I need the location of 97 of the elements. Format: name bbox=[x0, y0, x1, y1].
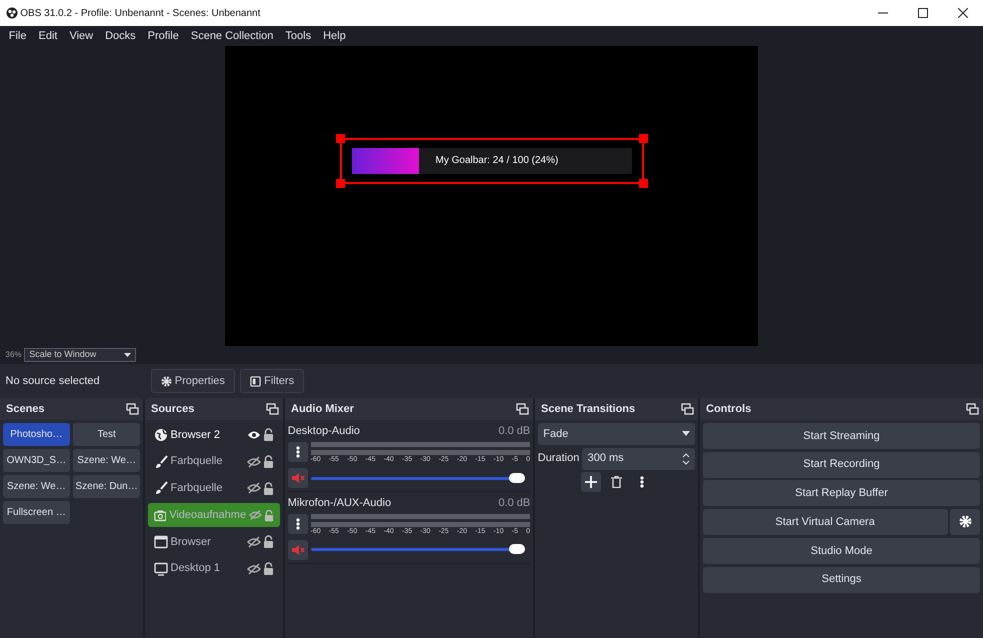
app-logo-icon bbox=[6, 7, 18, 19]
control-button[interactable]: Start Virtual Camera bbox=[702, 509, 948, 535]
menu-item[interactable]: Docks bbox=[99, 26, 142, 46]
scene-button[interactable]: Szene: We… bbox=[73, 448, 140, 472]
plus-icon bbox=[585, 476, 597, 488]
control-button[interactable]: Start Recording bbox=[702, 452, 980, 478]
filters-button[interactable]: Filters bbox=[240, 368, 304, 394]
slider-thumb[interactable] bbox=[508, 544, 525, 554]
eye-slashed-icon[interactable] bbox=[246, 536, 260, 548]
unlocked-icon[interactable] bbox=[263, 482, 274, 495]
unlocked-icon[interactable] bbox=[263, 562, 274, 575]
brush-icon bbox=[154, 454, 168, 468]
channel-menu-button[interactable] bbox=[288, 514, 308, 534]
duration-label: Duration bbox=[538, 451, 580, 466]
unlocked-icon[interactable] bbox=[263, 428, 274, 442]
more-icon bbox=[296, 446, 300, 458]
spinner-arrows-icon bbox=[682, 452, 690, 464]
properties-button[interactable]: Properties bbox=[151, 368, 235, 394]
source-row[interactable]: Browser bbox=[148, 530, 280, 554]
source-row[interactable]: Farbquelle bbox=[148, 450, 280, 474]
channel-name: Desktop-Audio bbox=[288, 424, 360, 439]
dock-title: Scenes bbox=[6, 402, 45, 417]
float-dock-icon[interactable] bbox=[516, 403, 529, 415]
duration-field[interactable]: 300 ms bbox=[582, 448, 696, 470]
float-dock-icon[interactable] bbox=[266, 403, 279, 415]
source-name: Farbquelle bbox=[170, 481, 224, 496]
control-button[interactable]: Start Streaming bbox=[702, 422, 980, 449]
scale-dropdown[interactable]: Scale to Window bbox=[24, 348, 136, 362]
eye-slashed-icon[interactable] bbox=[246, 482, 260, 494]
more-icon bbox=[296, 518, 300, 530]
scene-button[interactable]: OWN3D_S… bbox=[2, 448, 70, 472]
volume-reading: 0.0 dB bbox=[498, 496, 530, 510]
source-name: Browser bbox=[170, 534, 212, 550]
status-text: No source selected bbox=[6, 374, 101, 389]
source-name: Browser 2 bbox=[170, 428, 222, 442]
zoom-level: 36% bbox=[6, 349, 22, 361]
selection-box[interactable] bbox=[336, 134, 648, 188]
control-button[interactable]: Start Replay Buffer bbox=[702, 480, 980, 506]
transition-dropdown[interactable]: Fade bbox=[538, 422, 696, 445]
control-button[interactable]: Studio Mode bbox=[702, 538, 980, 564]
menu-item[interactable]: Scene Collection bbox=[184, 26, 280, 46]
brush-icon bbox=[154, 481, 168, 496]
muted-button[interactable] bbox=[288, 468, 308, 488]
window-title: OBS 31.0.2 - Profile: Unbenannt - Scenes: Unbenannt bbox=[20, 6, 260, 20]
control-button[interactable]: Settings bbox=[702, 566, 980, 592]
dock-title: Controls bbox=[706, 402, 752, 417]
monitor-icon bbox=[154, 562, 168, 576]
goal-bar-label: My Goalbar: 24 / 100 (24%) bbox=[436, 154, 558, 168]
scene-button[interactable]: Szene: Dun… bbox=[73, 474, 140, 498]
source-name: Videoaufnahme bbox=[169, 508, 246, 523]
caret-icon bbox=[124, 353, 132, 357]
source-row[interactable]: Desktop 1 bbox=[148, 556, 280, 580]
close-icon bbox=[958, 8, 968, 18]
muted-speaker-icon bbox=[290, 472, 305, 484]
menu-item[interactable]: Tools bbox=[279, 26, 318, 46]
float-dock-icon[interactable] bbox=[681, 403, 694, 415]
camera-icon bbox=[154, 508, 166, 522]
caret-icon bbox=[682, 431, 690, 436]
scene-button[interactable]: Photosho… bbox=[2, 422, 70, 446]
scene-button[interactable]: Test bbox=[73, 422, 140, 446]
dock-title: Scene Transitions bbox=[541, 402, 636, 417]
menu-item[interactable]: View bbox=[63, 26, 100, 46]
muted-speaker-icon bbox=[290, 544, 305, 556]
trash-icon bbox=[611, 476, 622, 488]
unlocked-icon[interactable] bbox=[263, 535, 274, 548]
source-row[interactable]: Farbquelle bbox=[148, 476, 280, 500]
globe-icon bbox=[154, 428, 168, 442]
gear-icon bbox=[958, 515, 972, 528]
float-dock-icon[interactable] bbox=[966, 403, 979, 415]
virtual-camera-settings-button[interactable] bbox=[950, 509, 980, 535]
channel-name: Mikrofon-/AUX-Audio bbox=[288, 496, 392, 510]
window-icon bbox=[154, 534, 168, 549]
maximize-icon bbox=[918, 8, 928, 18]
gear-icon bbox=[161, 376, 172, 386]
source-name: Desktop 1 bbox=[170, 561, 222, 576]
add-button[interactable] bbox=[581, 472, 601, 492]
menu-item[interactable]: Profile bbox=[142, 26, 185, 46]
dock-title: Audio Mixer bbox=[291, 402, 354, 417]
eye-slashed-icon[interactable] bbox=[246, 562, 260, 574]
dock-title: Sources bbox=[151, 402, 194, 417]
filter-icon bbox=[250, 376, 262, 386]
eye-slashed-icon[interactable] bbox=[246, 456, 260, 468]
source-row[interactable]: Browser 2 bbox=[148, 422, 280, 447]
more-icon bbox=[640, 476, 644, 488]
scene-button[interactable]: Szene: We… bbox=[2, 474, 70, 498]
eye-icon[interactable] bbox=[246, 430, 260, 440]
scene-button[interactable]: Fullscreen … bbox=[2, 500, 70, 524]
muted-button[interactable] bbox=[288, 540, 308, 560]
float-dock-icon[interactable] bbox=[126, 403, 139, 415]
source-name: Farbquelle bbox=[170, 454, 224, 470]
menu-item[interactable]: Help bbox=[317, 26, 352, 46]
volume-reading: 0.0 dB bbox=[498, 424, 530, 439]
unlocked-icon[interactable] bbox=[263, 455, 274, 468]
menu-item[interactable]: Edit bbox=[32, 26, 64, 46]
menu-item[interactable]: File bbox=[2, 26, 32, 46]
channel-menu-button[interactable] bbox=[288, 442, 308, 462]
slider-thumb[interactable] bbox=[508, 472, 525, 482]
